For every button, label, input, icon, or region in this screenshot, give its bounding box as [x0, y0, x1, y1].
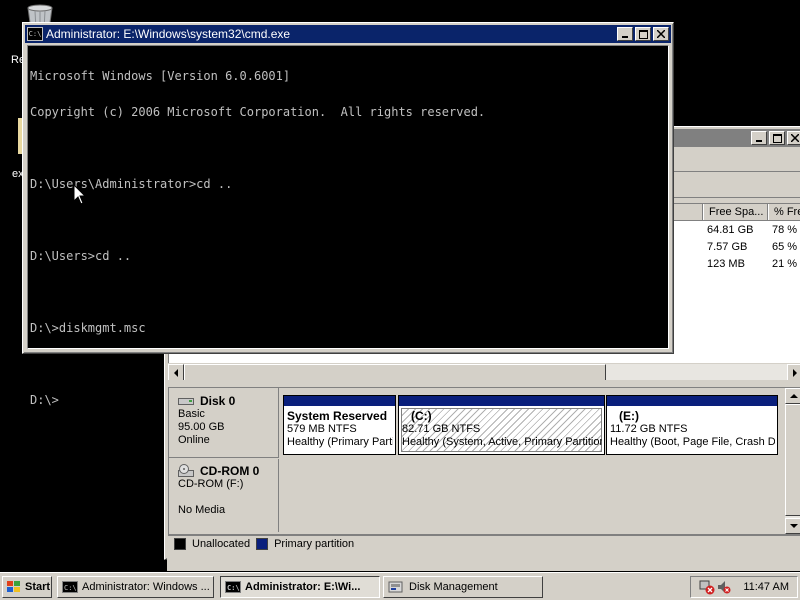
console-line: Copyright (c) 2006 Microsoft Corporation…	[30, 105, 486, 119]
column-header-percent-free[interactable]: % Fre	[768, 204, 800, 220]
volume-muted-icon[interactable]	[717, 579, 731, 595]
legend: Unallocated Primary partition	[168, 535, 800, 552]
minimize-icon	[756, 140, 762, 142]
scroll-down-button[interactable]	[785, 518, 800, 534]
cmd-icon: C:\	[225, 581, 241, 593]
taskbar: Start C:\ Administrator: Windows ... C:\…	[0, 572, 800, 600]
console-prompt-line: D:\>	[30, 393, 59, 407]
arrow-up-icon	[789, 394, 798, 398]
primary-partition-swatch	[256, 538, 269, 550]
close-button[interactable]	[653, 27, 669, 41]
clock[interactable]: 11:47 AM	[743, 581, 789, 593]
partition-status: Healthy (System, Active, Primary Partiti…	[402, 436, 602, 448]
disk-name: CD-ROM 0	[200, 464, 260, 478]
console-line: D:\Users\Administrator>cd ..	[30, 177, 233, 191]
start-label: Start	[25, 581, 51, 593]
taskbar-button-cmd-2[interactable]: C:\ Administrator: E:\Wi...	[220, 576, 380, 598]
cmd-icon: C:\	[62, 581, 78, 593]
svg-text:C:\: C:\	[64, 584, 77, 592]
cdrom-0-label[interactable]: CD-ROM 0 CD-ROM (F:) No Media	[169, 459, 279, 532]
window-caption-buttons	[749, 131, 800, 145]
disk-status: Online	[178, 434, 210, 446]
cmd-app-icon[interactable]: C:\	[27, 27, 43, 41]
svg-text:C:\: C:\	[227, 584, 240, 592]
percent-free-cell: 21 %	[772, 258, 798, 270]
console-line: D:\Users>cd ..	[30, 249, 132, 263]
arrow-down-icon	[789, 524, 798, 528]
close-icon	[791, 134, 799, 142]
cmd-title-bar[interactable]: C:\ Administrator: E:\Windows\system32\c…	[25, 25, 671, 43]
scroll-right-button[interactable]	[787, 364, 800, 381]
taskbar-button-disk-management[interactable]: Disk Management	[383, 576, 543, 598]
free-space-cell: 7.57 GB	[707, 241, 748, 253]
network-disconnected-icon[interactable]	[699, 579, 715, 595]
console-line: D:\>diskmgmt.msc	[30, 321, 146, 335]
command-prompt-window: C:\ Administrator: E:\Windows\system32\c…	[22, 22, 674, 406]
maximize-icon	[772, 133, 782, 143]
minimize-button[interactable]	[751, 131, 767, 145]
vertical-scrollbar[interactable]	[785, 388, 800, 534]
taskbar-button-label: Administrator: Windows ...	[82, 581, 210, 593]
legend-label-primary: Primary partition	[274, 538, 355, 550]
scroll-up-button[interactable]	[785, 388, 800, 404]
close-icon	[657, 30, 665, 38]
console-output[interactable]: Microsoft Windows [Version 6.0.6001] Cop…	[27, 45, 669, 406]
free-space-cell: 123 MB	[707, 258, 745, 270]
cd-rom-icon	[178, 464, 194, 477]
minimize-button[interactable]	[617, 27, 633, 41]
percent-free-cell: 78 %	[772, 224, 798, 236]
window-title: Administrator: E:\Windows\system32\cmd.e…	[46, 27, 291, 41]
column-header-free-space[interactable]: Free Spa...	[703, 204, 768, 220]
disk-management-icon	[388, 581, 403, 593]
taskbar-button-label: Disk Management	[409, 581, 498, 593]
mouse-pointer-icon	[73, 184, 87, 205]
console-line: Microsoft Windows [Version 6.0.6001]	[30, 69, 291, 83]
maximize-button[interactable]	[635, 27, 651, 41]
close-button[interactable]	[787, 131, 800, 145]
scroll-thumb[interactable]	[785, 404, 800, 516]
unallocated-swatch	[174, 538, 186, 550]
console-text: Microsoft Windows [Version 6.0.6001] Cop…	[28, 46, 668, 430]
system-tray: 11:47 AM	[690, 576, 798, 598]
disk-status: No Media	[178, 504, 226, 516]
start-button[interactable]: Start	[2, 576, 52, 598]
legend-label-unallocated: Unallocated	[192, 538, 251, 550]
percent-free-cell: 65 %	[772, 241, 798, 253]
taskbar-button-cmd-1[interactable]: C:\ Administrator: Windows ...	[57, 576, 214, 598]
maximize-button[interactable]	[769, 131, 785, 145]
status-bar	[167, 555, 800, 571]
arrow-right-icon	[793, 368, 797, 377]
windows-logo-icon	[7, 581, 20, 592]
maximize-icon	[638, 29, 648, 39]
partition-status: Healthy (Boot, Page File, Crash D	[610, 436, 775, 448]
disk-type: CD-ROM (F:)	[178, 478, 244, 490]
minimize-icon	[622, 36, 628, 38]
free-space-cell: 64.81 GB	[707, 224, 754, 236]
taskbar-button-label: Administrator: E:\Wi...	[245, 581, 361, 593]
partition-status: Healthy (Primary Parti	[287, 436, 393, 448]
window-caption-buttons	[615, 27, 669, 41]
